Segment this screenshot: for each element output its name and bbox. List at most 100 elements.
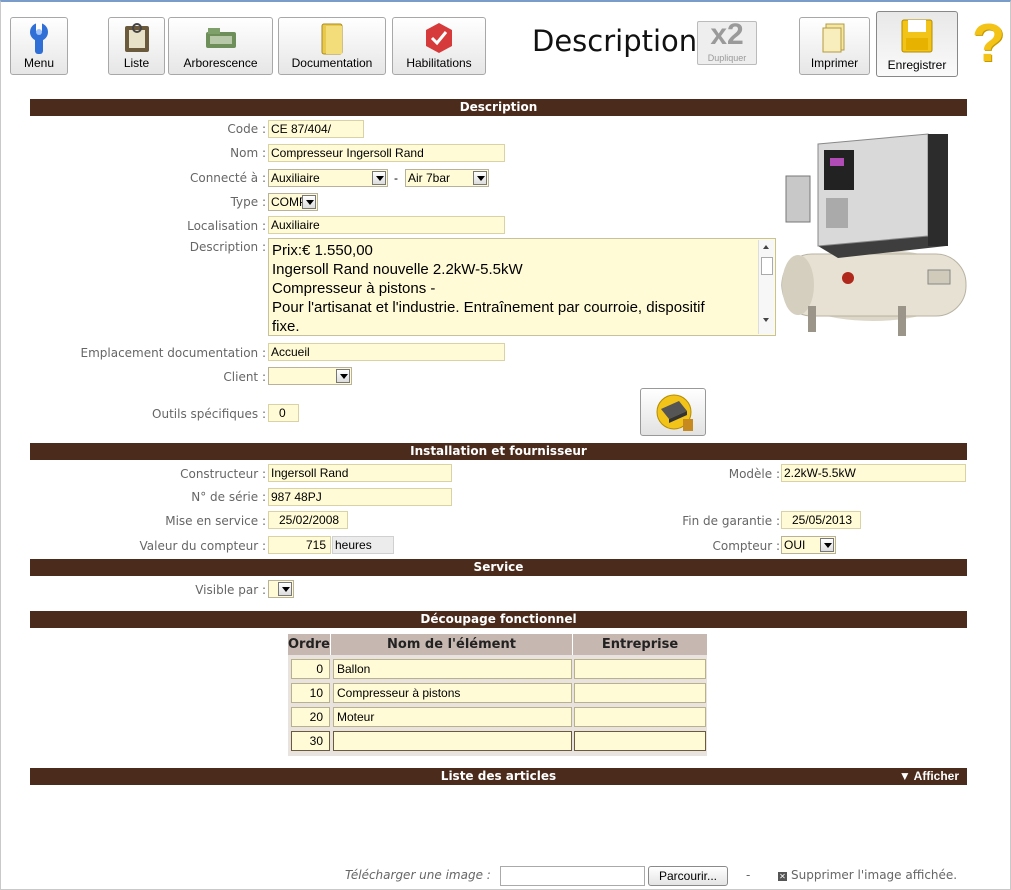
constructeur-field[interactable]: Ingersoll Rand [268,464,452,482]
compteur-label: Compteur : [712,539,780,553]
row-entreprise[interactable] [574,683,706,703]
articles-title: Liste des articles [440,769,557,783]
row-entreprise[interactable] [574,707,706,727]
row-nom[interactable]: Moteur [333,707,572,727]
arborescence-label: Arborescence [183,56,258,70]
habilitations-button[interactable]: Habilitations [392,17,486,75]
nom-field[interactable]: Compresseur Ingersoll Rand [268,144,505,162]
row-ordre[interactable]: 20 [291,707,330,727]
enregistrer-button[interactable]: Enregistrer [876,11,958,77]
imprimer-button[interactable]: Imprimer [799,17,870,75]
scroll-up-icon[interactable] [763,245,769,249]
air-value: Air 7bar [408,171,451,185]
menu-button[interactable]: Menu [10,17,68,75]
tools-button[interactable] [640,388,706,436]
compteur-value: OUI [784,538,806,552]
row-nom[interactable]: Compresseur à pistons [333,683,572,703]
duplicate-label: Dupliquer [707,53,747,63]
connecte-label: Connecté à : [189,171,266,185]
client-select[interactable] [268,367,352,385]
approval-badge-icon [426,23,452,53]
air-select[interactable]: Air 7bar [405,169,489,187]
col-nom: Nom de l'élément [331,634,573,655]
emplacement-label: Emplacement documentation : [80,346,267,360]
description-line: Pour l'artisanat et l'industrie. Entraîn… [272,299,705,316]
visible-label: Visible par : [195,583,266,597]
row-ordre[interactable]: 30 [291,731,330,751]
modele-label: Modèle : [728,467,780,481]
habilitations-label: Habilitations [406,56,472,70]
chevron-down-icon [278,582,292,596]
imprimer-label: Imprimer [810,56,859,70]
nom-label: Nom : [230,146,266,160]
type-select[interactable]: COMP [268,193,318,211]
documentation-label: Documentation [291,56,373,70]
mise-label: Mise en service : [165,514,266,528]
description-textarea[interactable]: Prix:€ 1.550,00 Ingersoll Rand nouvelle … [268,238,776,336]
code-field[interactable]: CE 87/404/ [268,120,364,138]
compteur-valeur-field[interactable]: 715 [268,536,331,554]
row-entreprise[interactable] [574,731,706,751]
col-ordre: Ordre [288,634,331,655]
description-line: Ingersoll Rand nouvelle 2.2kW-5.5kW [272,261,523,278]
menu-label: Menu [23,56,55,70]
code-label: Code : [227,122,266,136]
help-icon[interactable]: ? [972,12,1005,74]
afficher-toggle[interactable]: ▼ Afficher [899,768,959,785]
row-entreprise[interactable] [574,659,706,679]
serie-label: N° de série : [191,490,266,504]
outils-field[interactable]: 0 [268,404,299,422]
compteur-select[interactable]: OUI [781,536,836,554]
connecte-separator: - [394,171,398,185]
scroll-thumb[interactable] [761,257,773,275]
tools-case-icon [656,394,693,431]
chevron-down-icon [473,171,487,185]
upload-path-field[interactable] [500,866,645,886]
delete-icon: ✕ [778,872,787,881]
chevron-down-icon [336,369,350,383]
section-decoupage: Découpage fonctionnel [30,611,967,628]
upload-label: Télécharger une image : [345,868,491,882]
enregistrer-label: Enregistrer [887,58,947,72]
description-scrollbar[interactable] [758,240,774,334]
type-label: Type : [230,195,266,209]
visible-select[interactable] [268,580,294,598]
connecte-value: Auxiliaire [271,171,320,185]
constructeur-label: Constructeur : [180,467,266,481]
connecte-select[interactable]: Auxiliaire [268,169,388,187]
chevron-down-icon [372,171,386,185]
row-nom[interactable] [333,731,572,751]
row-ordre[interactable]: 10 [291,683,330,703]
list-binder-icon [124,23,149,52]
wrench-icon [30,22,48,54]
duplicate-button[interactable]: x2 Dupliquer [697,18,757,65]
modele-field[interactable]: 2.2kW-5.5kW [781,464,966,482]
description-line: fixe. [272,318,300,335]
liste-button[interactable]: Liste [108,17,165,75]
document-icon [321,23,343,55]
emplacement-field[interactable]: Accueil [268,343,505,361]
mise-field[interactable]: 25/02/2008 [268,511,348,529]
garantie-field[interactable]: 25/05/2013 [781,511,861,529]
row-ordre[interactable]: 0 [291,659,330,679]
arborescence-button[interactable]: Arborescence [168,17,273,75]
scroll-down-icon[interactable] [763,318,769,322]
delete-image-link[interactable]: ✕ Supprimer l'image affichée. [778,868,957,882]
browse-button[interactable]: Parcourir... [648,866,728,886]
localisation-field[interactable]: Auxiliaire [268,216,505,234]
section-installation: Installation et fournisseur [30,443,967,460]
row-nom[interactable]: Ballon [333,659,572,679]
compteur-unit: heures [332,536,394,554]
print-document-icon [822,23,844,53]
liste-label: Liste [123,56,150,70]
section-service: Service [30,559,967,576]
tree-folders-icon [205,28,236,48]
compteur-valeur-label: Valeur du compteur : [139,539,266,553]
serie-field[interactable]: 987 48PJ [268,488,452,506]
chevron-down-icon [302,195,316,209]
garantie-label: Fin de garantie : [682,514,780,528]
documentation-button[interactable]: Documentation [278,17,386,75]
localisation-label: Localisation : [187,219,266,233]
delete-image-label: Supprimer l'image affichée. [791,868,958,882]
page-title: Description [532,24,698,58]
